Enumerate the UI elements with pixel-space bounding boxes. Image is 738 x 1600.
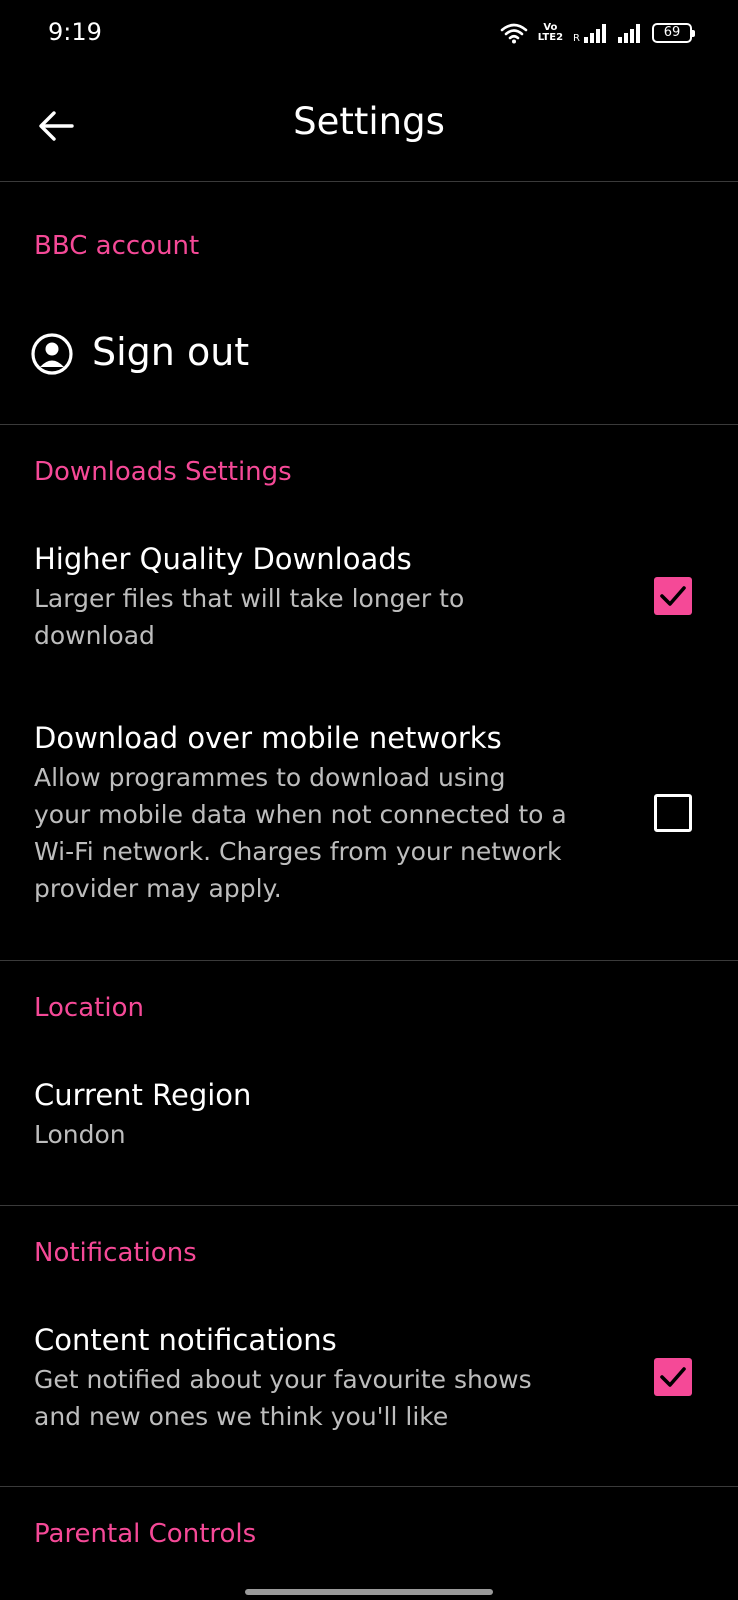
hq-downloads-checkbox[interactable] [654,577,692,615]
status-icons: Vo LTE2 R 69 [500,20,695,46]
content-notifications-subtitle-line2: and new ones we think you'll like [34,1402,449,1431]
signal-icon-sim1 [584,24,606,43]
wifi-icon [500,23,528,44]
section-header-bbc-account: BBC account [34,231,200,261]
mobile-networks-subtitle-line4: provider may apply. [34,874,282,903]
content-notifications-subtitle-line1: Get notified about your favourite shows [34,1365,532,1394]
volte-bottom: LTE2 [537,32,564,43]
status-bar: 9:19 Vo LTE2 R 69 [0,0,738,66]
current-region-value: London [34,1120,126,1149]
volte-indicator: Vo LTE2 [538,23,563,43]
section-header-location: Location [34,993,144,1023]
sign-out-label[interactable]: Sign out [92,330,249,374]
app-bar: Settings [0,66,738,182]
check-icon [660,586,686,606]
hq-downloads-subtitle-line1: Larger files that will take longer to [34,584,465,613]
content-notifications-checkbox[interactable] [654,1358,692,1396]
mobile-networks-checkbox[interactable] [654,794,692,832]
divider [0,424,738,425]
hq-downloads-subtitle-line2: download [34,621,155,650]
check-icon [660,1367,686,1387]
mobile-networks-subtitle-line3: Wi-Fi network. Charges from your network [34,837,562,866]
content-notifications-title: Content notifications [34,1323,337,1357]
hq-downloads-title: Higher Quality Downloads [34,542,412,576]
mobile-networks-subtitle-line2: your mobile data when not connected to a [34,800,567,829]
status-time: 9:19 [48,18,102,46]
battery-icon: 69 [652,23,695,43]
divider [0,1486,738,1487]
page-title: Settings [293,100,445,143]
divider [0,960,738,961]
divider [0,1205,738,1206]
section-header-parental-controls: Parental Controls [34,1519,257,1549]
mobile-networks-subtitle-line1: Allow programmes to download using [34,763,506,792]
account-circle-icon [31,333,73,375]
settings-screen: 9:19 Vo LTE2 R 69 Settings BBC account S… [0,0,738,1600]
section-header-downloads: Downloads Settings [34,457,292,487]
mobile-networks-title: Download over mobile networks [34,721,502,755]
home-indicator[interactable] [245,1589,493,1595]
signal-icon-sim2 [618,24,640,43]
section-header-notifications: Notifications [34,1238,197,1268]
roaming-indicator: R [573,33,580,44]
current-region-title: Current Region [34,1078,252,1112]
